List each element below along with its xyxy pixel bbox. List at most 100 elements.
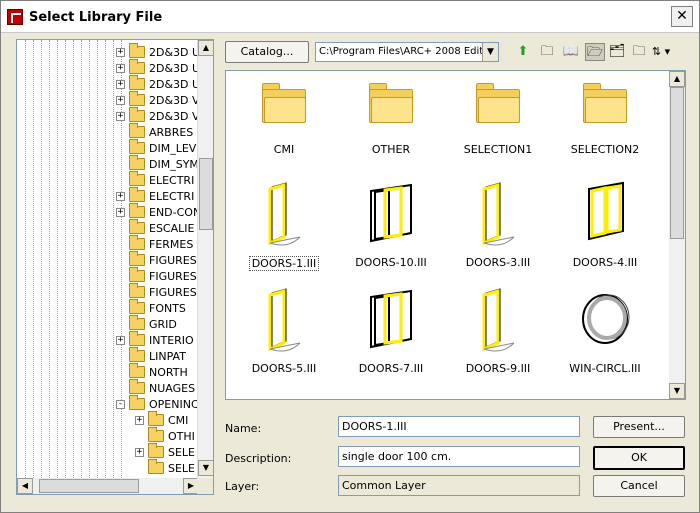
- name-field[interactable]: DOORS-1.III: [338, 416, 580, 437]
- tree-item[interactable]: ELECTRI: [116, 171, 194, 188]
- library-file-item[interactable]: DOORS-5.III: [234, 285, 334, 375]
- tree-item[interactable]: - OPENINC: [116, 395, 199, 412]
- expand-icon[interactable]: +: [116, 95, 125, 105]
- title-bar: Select Library File ✕: [1, 1, 699, 33]
- expand-icon[interactable]: +: [116, 63, 125, 73]
- folder-item[interactable]: SELECTION2: [555, 83, 655, 156]
- scroll-down-icon[interactable]: ▼: [198, 460, 213, 476]
- tree-item[interactable]: OTHI: [135, 427, 195, 444]
- expand-icon[interactable]: +: [116, 47, 125, 57]
- expand-icon[interactable]: +: [135, 415, 144, 425]
- library-file-item[interactable]: DOORS-10.III: [341, 179, 441, 269]
- window-title: Select Library File: [29, 10, 163, 25]
- close-button[interactable]: ✕: [671, 6, 693, 27]
- tree-item[interactable]: NORTH: [116, 363, 188, 380]
- expand-icon: [135, 432, 144, 441]
- tree-horizontal-scrollbar[interactable]: ◀ ▶: [17, 478, 199, 494]
- up-folder-icon[interactable]: ⬆: [513, 43, 533, 61]
- tree-item[interactable]: FIGURES: [116, 267, 197, 284]
- library-file-item[interactable]: DOORS-1.III: [234, 179, 334, 271]
- expand-icon[interactable]: +: [116, 79, 125, 89]
- folder-icon: [129, 299, 145, 314]
- scroll-up-icon[interactable]: ▲: [198, 40, 213, 56]
- tree-item[interactable]: ARBRES: [116, 123, 194, 140]
- tree-item-label: DIM_SYM: [149, 157, 199, 171]
- tree-item[interactable]: + CMI: [135, 411, 189, 428]
- folder-list-icon[interactable]: 🗂: [607, 43, 627, 61]
- app-icon: [7, 9, 23, 25]
- tree-item-label: CMI: [168, 413, 189, 427]
- folder-icon: [129, 43, 145, 58]
- tree-item[interactable]: FERMES: [116, 235, 193, 252]
- folder-item[interactable]: SELECTION1: [448, 83, 548, 156]
- door-icon: [234, 179, 334, 252]
- scroll-thumb[interactable]: [670, 87, 684, 239]
- folder-icon[interactable]: 🗀: [629, 43, 649, 61]
- path-value: C:\Program Files\ARC+ 2008 Editi: [319, 46, 487, 57]
- new-folder-icon[interactable]: 🗀: [537, 43, 557, 61]
- folder-tree[interactable]: +2D&3D U +2D&3D U +2D&3D U +2D&3D V +2D&3D V…: [16, 39, 214, 495]
- tree-item-label: ARBRES: [149, 125, 194, 139]
- sort-icon[interactable]: ⇅ ▾: [651, 43, 671, 61]
- library-file-item[interactable]: WIN-CIRCL.III: [555, 285, 655, 375]
- library-file-item[interactable]: DOORS-4.III: [555, 179, 655, 269]
- tree-item-label: FIGURES: [149, 285, 197, 299]
- folder-icon: [148, 459, 164, 474]
- tree-item[interactable]: GRID: [116, 315, 177, 332]
- tree-item[interactable]: FIGURES: [116, 251, 197, 268]
- dropdown-arrow-icon[interactable]: ▼: [482, 43, 498, 61]
- folder-icon: [476, 83, 520, 123]
- expand-icon[interactable]: +: [116, 111, 125, 121]
- open-folder-icon[interactable]: 🗁: [585, 43, 605, 61]
- tree-item[interactable]: + INTERIO: [116, 331, 194, 348]
- tree-item[interactable]: +2D&3D U: [116, 59, 200, 76]
- tree-item[interactable]: NUAGES: [116, 379, 195, 396]
- tree-item[interactable]: LINPAT: [116, 347, 186, 364]
- scroll-thumb[interactable]: [199, 158, 213, 230]
- cancel-button[interactable]: Cancel: [593, 475, 685, 497]
- tree-item[interactable]: FIGURES: [116, 283, 197, 300]
- expand-icon[interactable]: +: [135, 447, 144, 457]
- tree-item-label: LINPAT: [149, 349, 186, 363]
- library-file-item[interactable]: DOORS-7.III: [341, 285, 441, 375]
- tree-item[interactable]: FONTS: [116, 299, 186, 316]
- folder-item[interactable]: CMI: [234, 83, 334, 156]
- tree-item[interactable]: + ELECTRI: [116, 187, 194, 204]
- folder-icon: [129, 347, 145, 362]
- door-icon: [341, 285, 441, 358]
- expand-icon[interactable]: +: [116, 207, 125, 217]
- tree-item[interactable]: + END-CON: [116, 203, 201, 220]
- file-item-label: DOORS-7.III: [358, 362, 424, 375]
- tree-item[interactable]: +2D&3D V: [116, 107, 200, 124]
- library-file-item[interactable]: DOORS-9.III: [448, 285, 548, 375]
- folder-icon: [262, 83, 306, 123]
- catalog-button[interactable]: Catalog...: [225, 41, 309, 63]
- tree-item[interactable]: DIM_LEV: [116, 139, 196, 156]
- tree-item[interactable]: SELE: [135, 459, 195, 476]
- book-icon[interactable]: 📖: [561, 43, 581, 61]
- file-item-label: WIN-CIRCL.III: [569, 362, 641, 375]
- expand-icon[interactable]: +: [116, 335, 125, 345]
- scroll-down-icon[interactable]: ▼: [669, 383, 685, 399]
- file-pane-scrollbar[interactable]: ▲ ▼: [669, 71, 685, 399]
- collapse-icon[interactable]: -: [116, 399, 125, 409]
- file-list-pane[interactable]: CMI OTHER SELECTION1 SELECTION2 DOORS-1.III…: [225, 70, 686, 400]
- folder-icon: [129, 331, 145, 346]
- tree-item[interactable]: +2D&3D U: [116, 75, 200, 92]
- scroll-left-icon[interactable]: ◀: [17, 478, 33, 494]
- tree-item[interactable]: + SELE: [135, 443, 195, 460]
- description-field[interactable]: single door 100 cm.: [338, 446, 580, 467]
- tree-item[interactable]: +2D&3D V: [116, 91, 200, 108]
- tree-vertical-scrollbar[interactable]: ▲ ▼: [197, 40, 213, 478]
- tree-item[interactable]: +2D&3D U: [116, 43, 200, 60]
- expand-icon[interactable]: +: [116, 191, 125, 201]
- folder-item[interactable]: OTHER: [341, 83, 441, 156]
- library-file-item[interactable]: DOORS-3.III: [448, 179, 548, 269]
- present-button[interactable]: Present...: [593, 416, 685, 438]
- path-combobox[interactable]: C:\Program Files\ARC+ 2008 Editi ▼: [315, 42, 499, 62]
- tree-item[interactable]: ESCALIE: [116, 219, 194, 236]
- hscroll-thumb[interactable]: [39, 479, 139, 493]
- ok-button[interactable]: OK: [593, 446, 685, 470]
- scroll-up-icon[interactable]: ▲: [669, 71, 685, 87]
- tree-item[interactable]: DIM_SYM: [116, 155, 199, 172]
